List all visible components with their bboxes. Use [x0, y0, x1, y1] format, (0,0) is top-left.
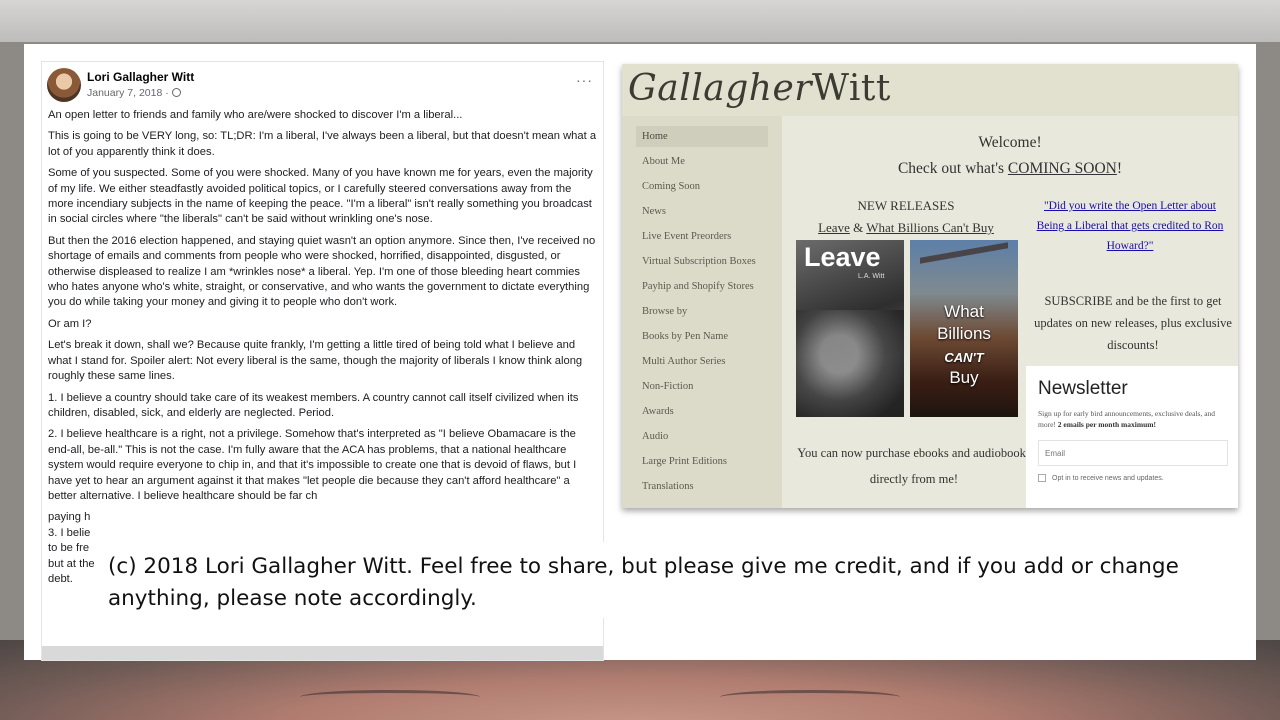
logo-plain: Witt [811, 68, 891, 109]
book-cover-line: CAN'T [944, 350, 984, 365]
background-top [0, 0, 1280, 42]
nav-item-audio[interactable]: Audio [636, 426, 768, 447]
nav-item-about-me[interactable]: About Me [636, 151, 768, 172]
site-logo[interactable]: GallagherWitt [628, 68, 891, 109]
post-author[interactable]: Lori Gallagher Witt [87, 70, 194, 84]
avatar[interactable] [47, 68, 81, 102]
cover-ruin-art [920, 242, 1008, 298]
post-body: An open letter to friends and family who… [42, 108, 603, 587]
nav-item-large-print[interactable]: Large Print Editions [636, 451, 768, 472]
post-paragraph: But then the 2016 election happened, and… [48, 234, 596, 309]
background-brow-left [300, 690, 480, 704]
site-header: GallagherWitt [622, 64, 1238, 116]
opt-in-checkbox[interactable] [1038, 474, 1046, 482]
nav-item-payhip-shopify[interactable]: Payhip and Shopify Stores [636, 276, 768, 297]
book-cover-billions[interactable]: What Billions CAN'T Buy [910, 240, 1018, 417]
check-out-suffix: ! [1116, 160, 1123, 177]
newsletter-desc-bold: 2 emails per month maximum! [1057, 420, 1156, 429]
check-out-prefix: Check out what's [897, 160, 1008, 177]
more-options-icon[interactable]: ··· [576, 72, 593, 88]
cover-figure [796, 310, 904, 417]
check-out-line: Check out what's COMING SOON! [782, 156, 1238, 182]
post-header: Lori Gallagher Witt January 7, 2018 · ··… [42, 62, 603, 108]
newsletter-opt-in[interactable]: Opt in to receive news and updates. [1038, 474, 1226, 482]
book-cover-line: Buy [949, 368, 979, 387]
nav-item-awards[interactable]: Awards [636, 401, 768, 422]
post-paragraph: 2. I believe healthcare is a right, not … [48, 428, 577, 502]
welcome-heading: Welcome! [978, 134, 1042, 151]
newsletter-widget: Newsletter Sign up for early bird announ… [1026, 366, 1238, 508]
nav-item-home[interactable]: Home [636, 126, 768, 147]
release-amp: & [849, 220, 867, 235]
release-link-billions[interactable]: What Billions Can't Buy [866, 220, 994, 235]
post-paragraph: Or am I? [48, 317, 92, 330]
nav-item-news[interactable]: News [636, 201, 768, 222]
nav-item-virtual-subscription-boxes[interactable]: Virtual Subscription Boxes [636, 251, 768, 272]
post-date[interactable]: January 7, 2018 · [87, 87, 181, 99]
nav-item-translations[interactable]: Translations [636, 476, 768, 497]
background-brow-right [720, 690, 900, 704]
newsletter-title: Newsletter [1038, 378, 1128, 399]
nav-item-books-by-pen-name[interactable]: Books by Pen Name [636, 326, 768, 347]
release-link-leave[interactable]: Leave [818, 220, 850, 235]
globe-icon [171, 88, 181, 97]
logo-script: Gallagher [628, 68, 812, 109]
post-paragraph: 1. I believe a country should take care … [48, 391, 579, 419]
newsletter-description: Sign up for early bird announcements, ex… [1038, 408, 1226, 430]
subscribe-text: SUBSCRIBE and be the first to get update… [1034, 294, 1232, 352]
welcome-block: Welcome! Check out what's COMING SOON! [782, 130, 1238, 182]
post-paragraph: 3. I belie [48, 526, 91, 539]
nav-item-coming-soon[interactable]: Coming Soon [636, 176, 768, 197]
book-cover-line: Billions [937, 324, 991, 343]
nav-item-live-event-preorders[interactable]: Live Event Preorders [636, 226, 768, 247]
site-nav: Home About Me Coming Soon News Live Even… [622, 116, 782, 508]
nav-item-non-fiction[interactable]: Non-Fiction [636, 376, 768, 397]
open-letter-link[interactable]: "Did you write the Open Letter about Bei… [1030, 196, 1230, 256]
opt-in-label: Opt in to receive news and updates. [1052, 474, 1164, 482]
new-releases-heading: NEW RELEASES [857, 198, 955, 213]
book-cover-author: L.A. Witt [858, 273, 885, 280]
purchase-note: You can now purchase ebooks and audioboo… [797, 446, 1031, 486]
book-cover-leave[interactable]: Leave L.A. Witt [796, 240, 904, 417]
coming-soon-link[interactable]: COMING SOON [1008, 160, 1117, 177]
post-paragraph: Some of you suspected. Some of you were … [48, 167, 593, 226]
post-paragraph: An open letter to friends and family who… [48, 109, 463, 121]
book-cover-line: What [944, 302, 984, 321]
newsletter-email-input[interactable] [1038, 440, 1228, 466]
new-releases-links: Leave & What Billions Can't Buy [786, 220, 1026, 236]
post-paragraph: paying h [48, 511, 91, 524]
nav-item-browse-by[interactable]: Browse by [636, 301, 768, 322]
post-paragraph: Let's break it down, shall we? Because q… [48, 339, 583, 383]
post-bottom-edge [42, 646, 603, 660]
post-paragraph: This is going to be VERY long, so: TL;DR… [48, 130, 597, 158]
book-cover-title: Leave [804, 242, 881, 272]
nav-item-multi-author-series[interactable]: Multi Author Series [636, 351, 768, 372]
caption-overlay: (c) 2018 Lori Gallagher Witt. Feel free … [96, 542, 1232, 618]
post-date-text: January 7, 2018 · [87, 87, 169, 99]
